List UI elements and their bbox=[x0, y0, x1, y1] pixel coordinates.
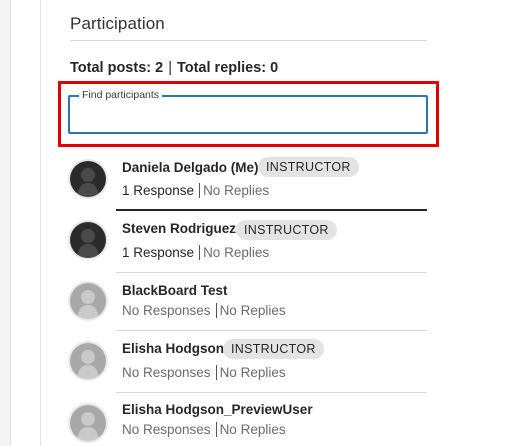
left-rail bbox=[0, 0, 11, 446]
stats-divider bbox=[215, 422, 217, 437]
reply-count: No Replies bbox=[219, 422, 286, 437]
find-participants-input[interactable] bbox=[76, 103, 420, 127]
response-count: No Responses bbox=[122, 422, 211, 437]
response-count: No Responses bbox=[122, 303, 211, 318]
row-divider bbox=[116, 272, 427, 273]
user-silhouette-icon bbox=[68, 281, 108, 321]
row-divider bbox=[116, 392, 427, 393]
row-divider bbox=[116, 330, 427, 331]
section-title: Participation bbox=[70, 14, 165, 33]
reply-count: No Replies bbox=[203, 183, 270, 198]
totals-separator: | bbox=[168, 60, 172, 76]
page-divider bbox=[40, 0, 41, 446]
reply-count: No Replies bbox=[219, 365, 286, 380]
stats-divider bbox=[215, 365, 217, 380]
response-count: 1 Response bbox=[122, 245, 195, 260]
user-silhouette-icon bbox=[68, 341, 108, 381]
participation-totals: Total posts: 2 | Total replies: 0 bbox=[70, 60, 278, 76]
response-count: 1 Response bbox=[122, 183, 195, 198]
user-silhouette-icon bbox=[68, 403, 108, 443]
participant-stats: No Responses No Replies bbox=[122, 303, 286, 318]
participant-name[interactable]: Elisha Hodgson_PreviewUser bbox=[122, 402, 313, 417]
stats-divider bbox=[199, 245, 201, 260]
row-divider bbox=[116, 209, 427, 211]
title-divider bbox=[70, 40, 427, 41]
participant-name[interactable]: Steven Rodriguez bbox=[122, 221, 236, 236]
stats-divider bbox=[215, 303, 217, 318]
participant-stats: 1 Response No Replies bbox=[122, 183, 269, 198]
user-silhouette-icon bbox=[68, 220, 108, 260]
role-badge: INSTRUCTOR bbox=[236, 220, 337, 240]
participant-name[interactable]: Daniela Delgado (Me) bbox=[122, 160, 259, 175]
participant-name[interactable]: BlackBoard Test bbox=[122, 283, 228, 298]
participant-stats: 1 Response No Replies bbox=[122, 245, 269, 260]
role-badge: INSTRUCTOR bbox=[258, 157, 359, 177]
find-participants-field[interactable]: Find participants bbox=[68, 89, 428, 134]
participant-stats: No Responses No Replies bbox=[122, 422, 286, 437]
find-participants-label: Find participants bbox=[79, 89, 163, 101]
reply-count: No Replies bbox=[219, 303, 286, 318]
stats-divider bbox=[199, 183, 201, 198]
total-replies: Total replies: 0 bbox=[176, 60, 279, 76]
user-silhouette-icon bbox=[68, 159, 108, 199]
total-posts: Total posts: 2 bbox=[70, 60, 164, 76]
participant-stats: No Responses No Replies bbox=[122, 365, 286, 380]
reply-count: No Replies bbox=[203, 245, 270, 260]
response-count: No Responses bbox=[122, 365, 211, 380]
role-badge: INSTRUCTOR bbox=[223, 339, 324, 359]
participant-name[interactable]: Elisha Hodgson bbox=[122, 341, 224, 356]
